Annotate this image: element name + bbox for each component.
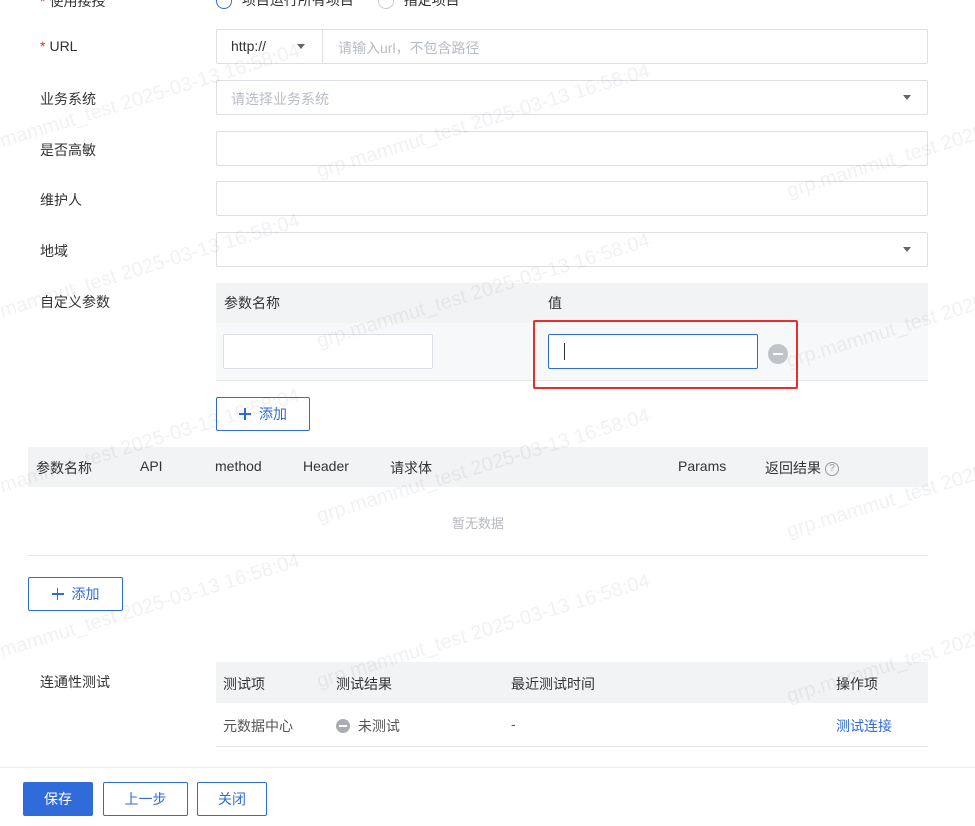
business-system-label: 业务系统 (40, 91, 96, 107)
text-cursor (564, 343, 565, 360)
param-name-input[interactable] (223, 334, 433, 369)
save-label: 保存 (44, 791, 72, 807)
col-api: API (140, 458, 163, 474)
col-test-result: 测试结果 (336, 676, 392, 692)
not-tested-icon (336, 719, 350, 733)
connectivity-label: 连通性测试 (40, 674, 110, 690)
col-header: Header (303, 458, 349, 474)
test-result: 未测试 (336, 716, 400, 736)
col-last-test-time: 最近测试时间 (511, 676, 595, 692)
col-test-item: 测试项 (223, 676, 265, 692)
api-table-header: 参数名称 API method Header 请求体 Params 返回结果? (28, 447, 928, 487)
region-label: 地域 (40, 243, 68, 259)
last-test-time: - (511, 716, 516, 732)
high-sensitive-input[interactable] (216, 131, 928, 166)
col-param-value: 值 (548, 295, 562, 311)
custom-params-row (216, 323, 928, 381)
param-value-input[interactable] (548, 334, 758, 369)
chevron-down-icon (297, 44, 305, 49)
add-custom-param-button[interactable]: 添加 (216, 397, 310, 431)
business-system-placeholder: 请选择业务系统 (231, 91, 329, 107)
save-button[interactable]: 保存 (23, 782, 93, 816)
col-request-body: 请求体 (390, 460, 432, 476)
radio-specific-project-label: 指定项目 (403, 0, 460, 8)
custom-params-header: 参数名称 值 (216, 283, 928, 323)
protocol-value: http:// (231, 38, 267, 54)
custom-params-label: 自定义参数 (40, 294, 110, 310)
add-api-button[interactable]: 添加 (28, 577, 123, 611)
url-label: * URL (40, 38, 78, 54)
col-params: Params (678, 458, 727, 474)
col-actions: 操作项 (836, 676, 878, 692)
usage-radio-group: 项目运行所有项目 指定项目 (216, 0, 460, 10)
protocol-select[interactable]: http:// (217, 30, 323, 63)
col-api-param-name: 参数名称 (36, 460, 92, 476)
prev-step-button[interactable]: 上一步 (103, 782, 188, 816)
table-row: 元数据中心 未测试 - 测试连接 (216, 703, 928, 747)
question-icon[interactable]: ? (825, 462, 839, 477)
radio-all-projects[interactable] (216, 0, 232, 10)
close-label: 关闭 (218, 791, 246, 807)
radio-specific-project[interactable] (377, 0, 394, 10)
test-result-label: 未测试 (357, 718, 400, 734)
region-select[interactable] (216, 232, 928, 267)
connectivity-table-header: 测试项 测试结果 最近测试时间 操作项 (216, 662, 928, 703)
test-item-name: 元数据中心 (223, 718, 293, 734)
chevron-down-icon (903, 247, 911, 252)
add-api-label: 添加 (71, 586, 100, 602)
col-return-result: 返回结果? (765, 458, 839, 478)
empty-text: 暂无数据 (451, 516, 504, 531)
footer-divider (0, 767, 975, 768)
col-param-name: 参数名称 (224, 295, 280, 311)
usage-label: * 使用接授 (40, 0, 106, 9)
test-connection-link[interactable]: 测试连接 (836, 716, 892, 736)
watermark: grp.mammut_test 2025-03-13 16:58:04 (0, 549, 303, 673)
close-button[interactable]: 关闭 (197, 782, 267, 816)
business-system-select[interactable]: 请选择业务系统 (216, 80, 928, 115)
col-return-result-label: 返回结果 (765, 460, 821, 476)
chevron-down-icon (903, 95, 911, 100)
api-table-body: 暂无数据 (28, 487, 928, 556)
plus-icon (51, 588, 64, 600)
maintainer-input[interactable] (216, 181, 928, 216)
add-custom-param-label: 添加 (259, 406, 287, 422)
plus-icon (239, 408, 251, 420)
high-sensitive-label: 是否高敏 (40, 142, 96, 158)
url-input[interactable]: 请输入url，不包含路径 (338, 38, 480, 58)
maintainer-label: 维护人 (40, 192, 82, 208)
col-method: method (215, 458, 262, 474)
url-field: http:// 请输入url，不包含路径 (216, 29, 928, 64)
prev-step-label: 上一步 (124, 791, 167, 807)
remove-row-icon[interactable] (768, 344, 788, 364)
radio-all-projects-label: 项目运行所有项目 (241, 0, 354, 8)
